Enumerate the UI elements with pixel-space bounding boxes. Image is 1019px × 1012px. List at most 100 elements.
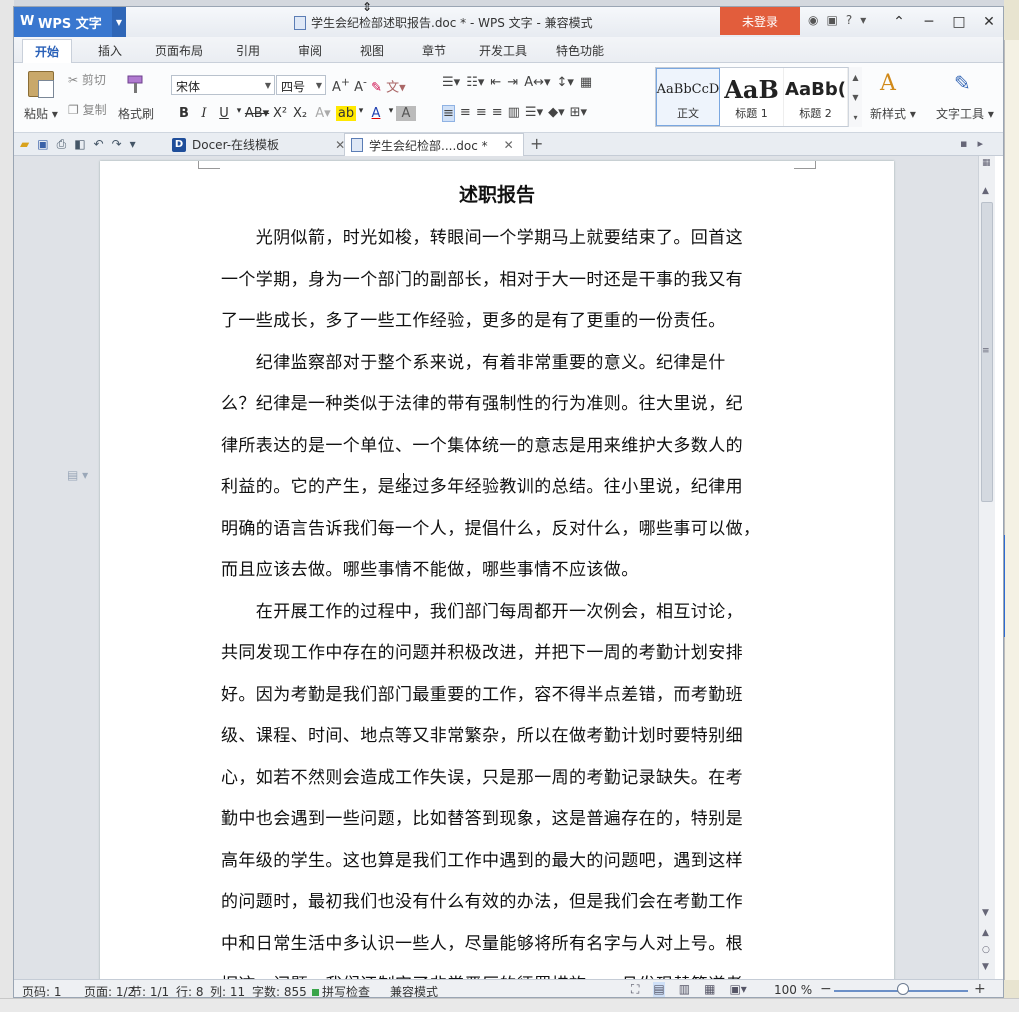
highlight-chevron-icon[interactable]: ▾ [356,106,366,121]
page[interactable]: 述职报告 光阴似箭，时光如梭，转眼间一个学期马上就要结束了。回首这 一个学期，身… [100,161,894,979]
tab-references[interactable]: 引用 [236,42,260,59]
spell-check-toggle[interactable]: 拼写检查 [312,983,370,997]
justify-icon[interactable]: ≡ [492,105,503,122]
gallery-down-icon[interactable]: ▼ [852,93,858,102]
format-painter-button[interactable]: 格式刷 [118,105,154,122]
undo-icon[interactable]: ↶ [94,137,104,152]
clear-format-icon[interactable]: ✎ [371,80,382,95]
paste-icon[interactable] [28,71,54,98]
document-canvas[interactable]: 述职报告 光阴似箭，时光如梭，转眼间一个学期马上就要结束了。回首这 一个学期，身… [14,156,978,979]
paste-button[interactable]: 粘贴 ▾ [24,105,58,122]
maximize-icon[interactable]: □ [944,11,974,33]
options-chevron-icon[interactable]: ▾ [860,13,866,27]
font-name-select[interactable]: 宋体 ▼ [171,75,275,95]
customize-chevron-icon[interactable]: ▾ [130,137,136,152]
redo-icon[interactable]: ↷ [112,137,122,152]
reading-view-icon[interactable]: ▣▾ [729,982,746,997]
save-icon[interactable]: ▣ [37,137,48,152]
superscript-icon[interactable]: X² [270,106,290,121]
zoom-in-icon[interactable]: + [974,981,986,997]
font-size-select[interactable]: 四号 ▼ [276,75,326,95]
shirt-icon[interactable]: ▣ [826,13,837,27]
highlight-icon[interactable]: ab [336,106,356,121]
align-left-icon[interactable]: ≡ [442,105,455,122]
underline-chevron-icon[interactable]: ▾ [234,106,244,121]
text-tool-button[interactable]: 文字工具 ▾ [936,105,994,122]
borders-icon[interactable]: ⊞▾ [570,105,587,122]
align-right-icon[interactable]: ≡ [476,105,487,122]
strikethrough-icon[interactable]: AB▾ [244,106,270,121]
tab-chapter[interactable]: 章节 [422,42,446,59]
gallery-scrollbar[interactable]: ▲ ▼ ▾ [848,67,862,127]
distribute-icon[interactable]: ▥ [508,105,520,122]
next-page-icon[interactable]: ▼ [982,962,989,972]
gallery-more-icon[interactable]: ▾ [853,113,857,122]
tab-options-icon[interactable]: ▸ [977,137,983,150]
web-view-icon[interactable]: ▦ [704,982,715,997]
tab-insert[interactable]: 插入 [98,42,122,59]
paragraph-marker-icon[interactable]: ▤ ▾ [67,468,88,482]
open-folder-icon[interactable]: ▰ [20,137,29,152]
collapse-ribbon-icon[interactable]: ⌃ [884,11,914,33]
subscript-icon[interactable]: X₂ [290,106,310,121]
char-shading-icon[interactable]: A [396,106,416,121]
help-icon[interactable]: ? [846,13,852,27]
tab-docer[interactable]: D Docer-在线模板 ✕ [166,133,351,156]
italic-icon[interactable]: I [194,106,214,121]
shrink-font-icon[interactable]: A- [354,76,367,95]
grow-font-icon[interactable]: A+ [332,76,350,95]
vertical-scrollbar[interactable]: ▦ ▲ ≡ ▼ ▲ ○ ▼ [978,156,995,979]
format-painter-icon[interactable] [126,73,148,95]
zoom-slider-handle[interactable] [897,983,909,995]
page-view-icon[interactable]: ▤ [653,982,665,997]
chevron-down-icon[interactable]: ▼ [112,7,126,37]
tab-special[interactable]: 特色功能 [556,42,604,59]
bullets-icon[interactable]: ☰▾ [442,75,460,90]
gallery-up-icon[interactable]: ▲ [852,73,858,82]
phonetic-icon[interactable]: 文▾ [386,80,406,95]
sort-icon[interactable]: ↕▾ [557,75,574,90]
tab-current-document[interactable]: 学生会纪检部....doc * ✕ [344,133,524,156]
tab-review[interactable]: 审阅 [298,42,322,59]
numbering-icon[interactable]: ☷▾ [466,75,484,90]
cut-button[interactable]: ✂ 剪切 [68,71,106,88]
minimize-icon[interactable]: ─ [914,11,944,33]
bold-icon[interactable]: B [174,106,194,121]
tab-view[interactable]: 视图 [360,42,384,59]
app-menu-button[interactable]: W WPS 文字 ▼ [14,7,126,37]
new-tab-icon[interactable]: + [530,134,543,153]
prev-page-icon[interactable]: ▲ [982,928,989,938]
fullscreen-view-icon[interactable]: ⛶ [631,982,639,997]
new-style-icon[interactable]: A [880,71,896,96]
close-icon[interactable]: ✕ [974,11,1003,33]
style-heading1[interactable]: AaB 标题 1 [720,68,784,126]
font-color-icon[interactable]: A [366,106,386,121]
copy-button[interactable]: ❐ 复制 [68,101,107,118]
style-heading2[interactable]: AaBb( 标题 2 [784,68,848,126]
underline-icon[interactable]: U [214,106,234,121]
text-effect-icon[interactable]: A▾ [310,106,336,121]
select-browse-icon[interactable]: ○ [982,945,990,955]
increase-indent-icon[interactable]: ⇥ [507,75,518,90]
text-tool-icon[interactable]: ✎ [954,71,971,95]
shading-icon[interactable]: ◆▾ [548,105,565,122]
ruler-toggle-icon[interactable]: ▦ [982,158,991,168]
close-icon[interactable]: ✕ [504,138,514,152]
scroll-up-icon[interactable]: ▲ [982,186,989,196]
font-color-chevron-icon[interactable]: ▾ [386,106,396,121]
char-scale-icon[interactable]: A↔▾ [524,75,550,90]
window-list-icon[interactable]: ▪ [960,137,967,150]
decrease-indent-icon[interactable]: ⇤ [490,75,501,90]
zoom-out-icon[interactable]: − [820,981,832,997]
tab-page-layout[interactable]: 页面布局 [155,42,203,59]
zoom-level[interactable]: 100 % [774,983,812,997]
skin-icon[interactable]: ◉ [808,13,818,27]
tab-home[interactable]: 开始 [22,39,73,63]
style-normal[interactable]: AaBbCcD 正文 [656,68,720,126]
align-center-icon[interactable]: ≡ [460,105,471,122]
new-style-button[interactable]: 新样式 ▾ [870,105,916,122]
scroll-down-icon[interactable]: ▼ [982,908,989,918]
line-spacing-icon[interactable]: ☰▾ [525,105,543,122]
table-icon[interactable]: ▦ [580,75,592,90]
outline-view-icon[interactable]: ▥ [679,982,690,997]
